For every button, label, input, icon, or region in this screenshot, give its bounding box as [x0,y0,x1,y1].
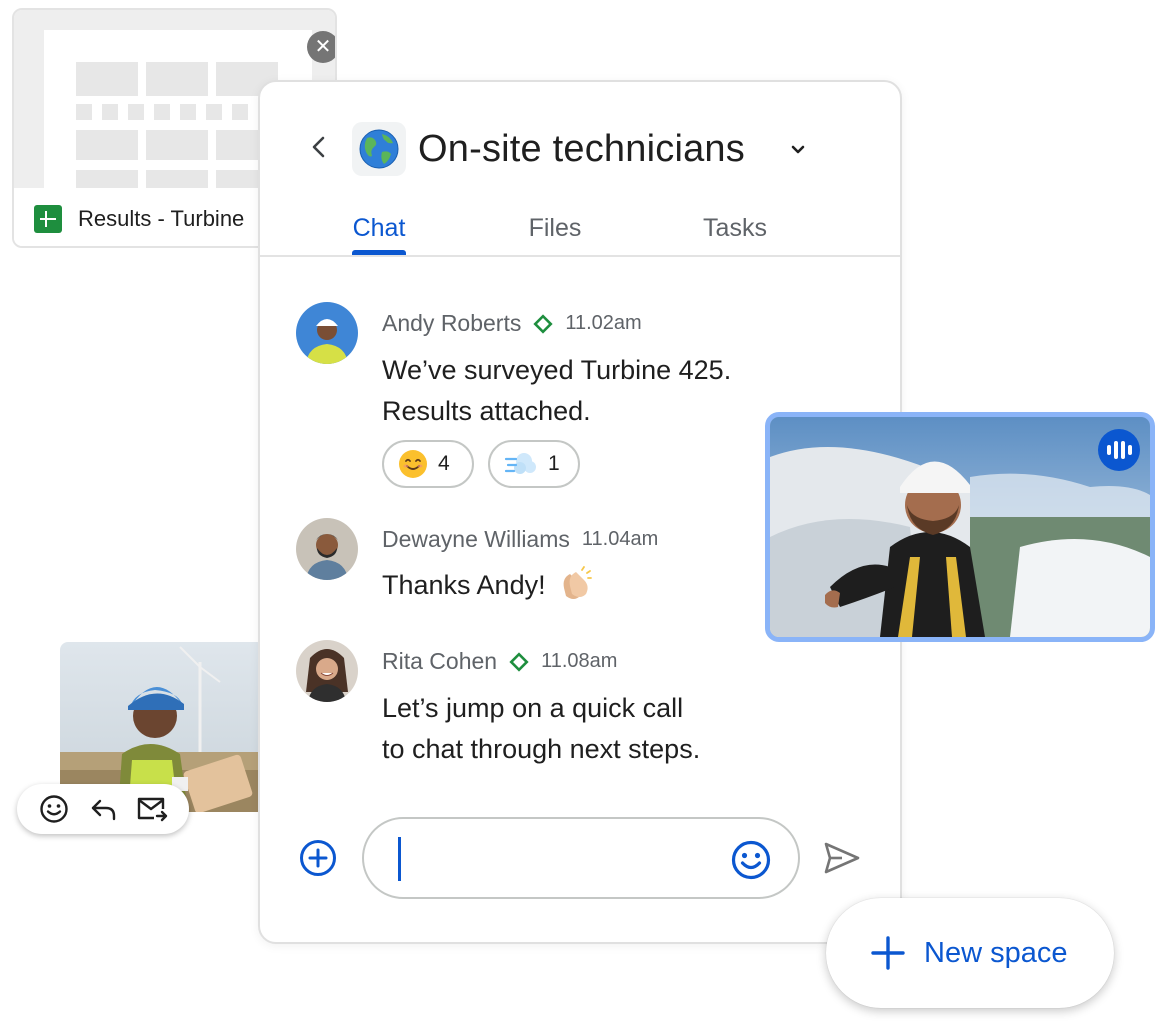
add-circle-icon[interactable] [298,838,338,878]
active-tab-indicator [352,250,406,255]
google-sheets-icon [34,205,62,233]
close-icon[interactable]: ✕ [307,31,335,63]
message-line: Thanks Andy! [382,570,546,600]
tab-bar: Chat Files Tasks [260,202,900,257]
avatar[interactable] [296,302,358,364]
new-space-label: New space [924,936,1068,969]
audio-speaking-icon [1098,429,1140,471]
send-icon[interactable] [822,838,862,878]
wind-emoji-icon [504,453,536,474]
smiling-face-emoji-icon [399,450,427,478]
file-name: Results - Turbine [78,206,245,231]
stage: Results - Turbine ✕ On-site technicians … [0,0,1160,1030]
plus-icon [871,936,905,970]
chevron-down-icon[interactable] [788,140,808,160]
chat-header: On-site technicians Chat Files Tasks [260,82,900,257]
message-time: 11.08am [541,650,618,672]
message-input[interactable] [362,817,800,899]
reply-icon[interactable] [86,792,120,826]
message-line: We’ve surveyed Turbine 425. [382,355,732,385]
globe-icon [352,122,406,176]
tab-tasks[interactable]: Tasks [700,214,770,243]
avatar[interactable] [296,518,358,580]
message-author: Rita Cohen [382,648,498,674]
clapping-hands-emoji-icon [563,565,592,599]
back-arrow-icon[interactable] [304,132,334,162]
tab-files[interactable]: Files [524,214,586,243]
message-time: 11.04am [581,528,659,550]
video-call-tile[interactable] [765,412,1155,642]
message-text: Let’s jump on a quick call to chat throu… [382,688,700,770]
reaction-count: 1 [548,452,560,475]
message-meta: Rita Cohen 11.08am [382,648,617,675]
message-meta: Dewayne Williams 11.04am [382,526,658,553]
emoji-icon[interactable] [730,839,772,881]
tab-chat[interactable]: Chat [348,214,410,243]
message-text: Thanks Andy! [382,565,594,606]
new-space-button[interactable]: New space [826,898,1114,1008]
avatar[interactable] [296,640,358,702]
reaction-chip[interactable]: 4 [382,440,474,488]
reaction-chip[interactable]: 1 [488,440,580,488]
message-time: 11.02am [565,312,642,334]
reaction-count: 4 [438,452,450,475]
message-author: Dewayne Williams [382,526,570,552]
message-line: to chat through next steps. [382,734,701,764]
forward-to-inbox-icon[interactable] [135,792,169,826]
message-actions-bar [17,784,189,834]
message-author: Andy Roberts [382,310,522,336]
verified-badge-icon [509,651,529,672]
message-meta: Andy Roberts 11.02am [382,310,642,337]
message-line: Results attached. [382,396,591,426]
space-title[interactable]: On-site technicians [418,128,745,171]
message-text: We’ve surveyed Turbine 425. Results atta… [382,350,731,432]
text-cursor [398,837,401,881]
message-line: Let’s jump on a quick call [382,693,684,723]
emoji-icon[interactable] [37,792,71,826]
verified-badge-icon [533,313,553,334]
